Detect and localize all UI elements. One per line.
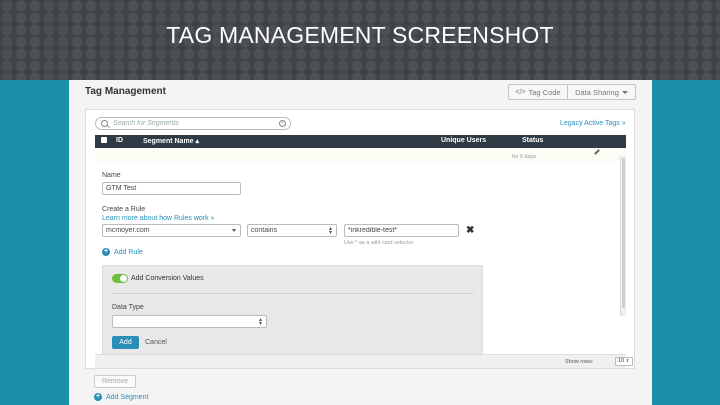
add-segment-button[interactable]: + Add Segment <box>94 393 148 401</box>
data-type-select[interactable]: ▴ ▾ <box>112 315 267 328</box>
rule-operator-select[interactable]: contains ▴ ▾ <box>247 224 337 237</box>
divider <box>112 293 474 294</box>
column-segment-name[interactable]: Segment Name ▴ <box>143 137 199 145</box>
select-all-checkbox[interactable] <box>101 137 107 143</box>
name-field[interactable] <box>102 182 241 195</box>
remove-rule-icon[interactable]: ✖ <box>466 226 474 236</box>
tag-code-button[interactable]: </> Tag Code <box>508 84 568 100</box>
cancel-button[interactable]: Cancel <box>145 339 167 346</box>
name-label: Name <box>102 172 121 179</box>
column-status[interactable]: Status <box>522 137 543 144</box>
scrollbar[interactable] <box>620 156 626 316</box>
add-rule-button[interactable]: + Add Rule <box>102 248 143 256</box>
scrollbar-thumb[interactable] <box>622 158 625 308</box>
column-segment-name-label: Segment Name <box>143 138 194 145</box>
chevron-down-icon <box>621 90 628 94</box>
edit-pencil-icon[interactable] <box>594 149 600 155</box>
pagination-bar: Show rows: 10 ⇕ <box>95 354 633 368</box>
create-rule-label: Create a Rule <box>102 206 146 213</box>
clear-search-icon[interactable]: × <box>279 120 286 127</box>
sort-asc-icon: ▴ <box>193 138 200 145</box>
column-id[interactable]: ID <box>116 137 123 144</box>
code-icon: </> <box>515 88 526 96</box>
plus-circle-icon: + <box>94 393 102 401</box>
chevron-down-icon <box>232 229 236 232</box>
page-title: Tag Management <box>85 86 166 97</box>
learn-rules-link[interactable]: Learn more about how Rules work » <box>102 215 214 222</box>
add-button[interactable]: Add <box>112 336 139 349</box>
select-updown-icon: ▴ ▾ <box>258 317 262 327</box>
conversion-values-box: Add Conversion Values Data Type ▴ ▾ Add C… <box>102 265 483 360</box>
wildcard-hint: Use * as a wild card selector <box>344 240 414 246</box>
rule-operator-value: contains <box>251 227 278 234</box>
title-banner: TAG MANAGEMENT SCREENSHOT <box>0 0 720 80</box>
data-sharing-label: Data Sharing <box>575 87 619 97</box>
table-row[interactable]: for 0 days <box>95 148 626 162</box>
add-rule-label: Add Rule <box>114 248 143 256</box>
table-header: ID Segment Name ▴ Unique Users Status <box>95 135 626 148</box>
rule-field-value: mcmoyer.com <box>106 227 150 234</box>
data-type-label: Data Type <box>112 304 144 311</box>
show-rows-label: Show rows: <box>565 359 594 365</box>
add-segment-label: Add Segment <box>106 393 149 401</box>
banner-title: TAG MANAGEMENT SCREENSHOT <box>166 22 554 48</box>
rule-value-field[interactable] <box>344 224 459 237</box>
search-icon <box>101 120 108 127</box>
row-status-duration: for 0 days <box>512 154 537 160</box>
column-unique-users[interactable]: Unique Users <box>441 137 486 144</box>
rows-per-page-select[interactable]: 10 ⇕ <box>615 357 633 366</box>
select-updown-icon: ▴ ▾ <box>328 226 332 236</box>
data-sharing-button[interactable]: Data Sharing <box>568 84 636 100</box>
plus-circle-icon: + <box>102 248 110 256</box>
rule-field-select[interactable]: mcmoyer.com <box>102 224 241 237</box>
remove-button[interactable]: Remove <box>94 375 136 388</box>
rows-per-page-value: 10 <box>618 358 625 364</box>
select-updown-icon: ⇕ <box>625 358 630 363</box>
segments-panel: × Legacy Active Tags » ID Segment Name ▴… <box>85 109 635 369</box>
search-input[interactable] <box>113 118 273 129</box>
conversion-toggle[interactable] <box>112 274 128 283</box>
tag-management-window: Tag Management </> Tag Code Data Sharing… <box>69 80 652 405</box>
tag-code-label: Tag Code <box>528 87 561 97</box>
legacy-active-tags-link[interactable]: Legacy Active Tags » <box>560 120 626 127</box>
search-box[interactable]: × <box>95 117 291 130</box>
conversion-toggle-label: Add Conversion Values <box>131 275 204 282</box>
toggle-knob <box>120 275 127 282</box>
